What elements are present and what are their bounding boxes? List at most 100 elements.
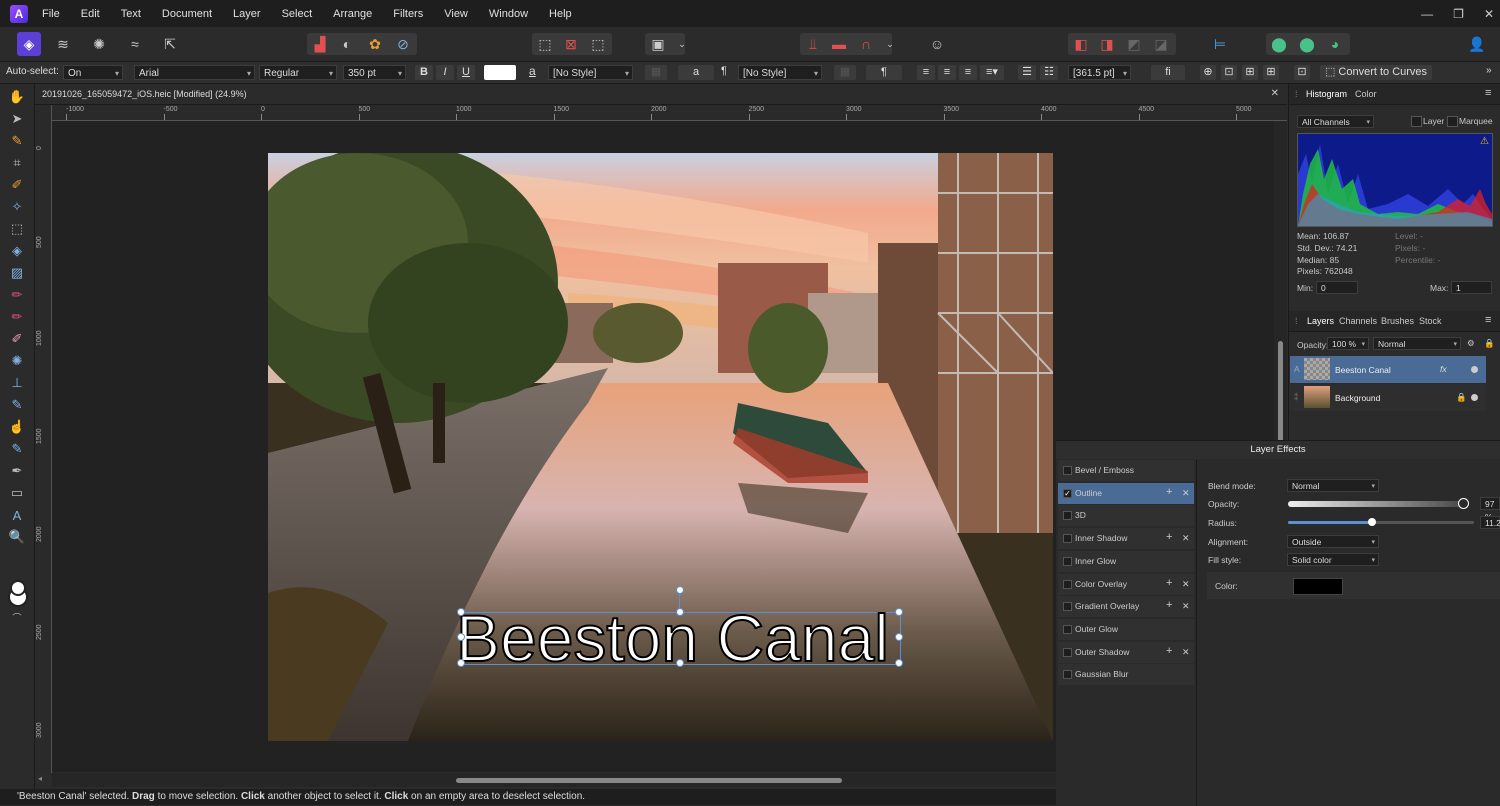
font-size-field[interactable]: 350 pt ▾ [343,65,406,80]
red-eye-tool-icon[interactable]: ✎ [8,440,26,458]
smudge-tool-icon[interactable]: ☝ [8,418,26,436]
menu-filters[interactable]: Filters [393,8,423,20]
menu-layer[interactable]: Layer [233,8,261,20]
flood-fill-tool-icon[interactable]: ◈ [8,242,26,260]
background-lock-icon[interactable]: 🔒 [1456,392,1467,403]
arrange-front-icon[interactable]: ◕ [1323,32,1347,56]
dodge-brush-tool-icon[interactable]: ✐ [8,330,26,348]
snapping-options-chevron-icon[interactable]: ⌄ [878,32,902,56]
artistic-text-tool-icon[interactable]: A [8,506,26,524]
clone-tool-icon[interactable]: ✺ [8,352,26,370]
auto-select-dropdown[interactable]: On ▾ [63,65,123,80]
user-account-icon[interactable]: 👤 [1465,32,1489,56]
effect-checkbox[interactable] [1063,556,1072,566]
layers-panel-grip-icon[interactable]: ⁞ [1295,316,1298,326]
menu-window[interactable]: Window [489,8,528,20]
layer-fx-icon[interactable]: fx [1440,364,1447,374]
secondary-color-swatch[interactable] [10,580,26,596]
boolean-add-icon[interactable]: ◧ [1069,32,1093,56]
arrange-back-icon[interactable]: ⬤ [1267,32,1291,56]
paint-brush-tool-icon[interactable]: ✏ [8,286,26,304]
effect-row[interactable]: 3D [1058,505,1194,527]
develop-persona-icon[interactable]: ✺ [87,32,111,56]
tab-color[interactable]: Color [1355,89,1377,99]
tab-brushes[interactable]: Brushes [1381,316,1414,326]
move-tool-icon[interactable]: ➤ [8,110,26,128]
tone-mapping-persona-icon[interactable]: ≈ [123,32,147,56]
effect-checkbox[interactable] [1063,466,1072,475]
rotation-handle[interactable] [676,586,684,594]
opacity-slider[interactable] [1288,498,1469,509]
remove-effect-icon[interactable]: ✕ [1182,533,1190,544]
text-color-swatch[interactable] [484,65,516,80]
layer-checkbox[interactable] [1411,116,1422,127]
marquee-tool-icon[interactable]: ⬚ [8,220,26,238]
justify-icon[interactable]: ≡▾ [980,65,1004,80]
effect-row[interactable]: Bevel / Emboss [1058,460,1194,481]
hand-tool-icon[interactable]: ✋ [8,88,26,106]
panel-menu-icon[interactable]: ≡ [1485,87,1491,99]
character-a-button[interactable]: a [678,65,714,80]
effect-checkbox[interactable] [1063,647,1072,657]
effect-checkbox[interactable] [1063,511,1072,521]
deselect-icon[interactable]: ⊠ [559,32,583,56]
menu-arrange[interactable]: Arrange [333,8,372,20]
scroll-left-icon[interactable]: ◂ [38,774,42,783]
effect-checkbox[interactable]: ✓ [1063,488,1072,498]
background-visibility-dot[interactable] [1471,394,1478,401]
effect-checkbox[interactable] [1063,602,1072,612]
effect-checkbox[interactable] [1063,624,1072,634]
distribute-icon[interactable]: ⊞ [1242,65,1258,80]
add-effect-icon[interactable]: + [1166,645,1172,657]
menu-text[interactable]: Text [121,8,141,20]
resize-handle-tl[interactable] [457,608,465,616]
radius-slider[interactable] [1288,518,1474,526]
alignment-icon[interactable]: ⊨ [1208,32,1232,56]
tab-histogram[interactable]: Histogram [1306,89,1347,99]
horizontal-scroll-thumb[interactable] [456,778,842,783]
liquify-persona-icon[interactable]: ≋ [51,32,75,56]
add-effect-icon[interactable]: + [1166,486,1172,498]
flood-select-tool-icon[interactable]: ✧ [8,198,26,216]
invert-selection-icon[interactable]: ⬚ [586,32,610,56]
swap-colors-icon[interactable]: ⌒ [8,608,26,626]
quick-mask-icon[interactable]: ▣ [646,32,670,56]
resize-handle-r[interactable] [895,633,903,641]
numbered-list-icon[interactable]: ☷ [1040,65,1058,80]
minimize-button[interactable]: — [1421,7,1433,21]
remove-effect-icon[interactable]: ✕ [1182,488,1190,499]
effect-checkbox[interactable] [1063,579,1072,589]
blend-mode-dropdown[interactable]: Normal ▾ [1287,479,1379,492]
layer-row-background[interactable]: ⁑ Background 🔒 [1290,384,1486,411]
levels-icon[interactable]: ▟ [308,32,332,56]
healing-brush-tool-icon[interactable]: ✎ [8,396,26,414]
layers-panel-menu-icon[interactable]: ≡ [1485,314,1491,326]
assistant-icon[interactable]: ☺ [925,32,949,56]
convert-to-curves-button[interactable]: ⬚ Convert to Curves [1320,65,1432,80]
fit-frame-icon[interactable]: ⊡ [1221,65,1237,80]
document-close-icon[interactable]: ✕ [1271,88,1279,99]
snap-magnet-icon[interactable]: ∩ [854,32,878,56]
paragraph-style-dropdown[interactable]: [No Style] ▾ [738,65,822,80]
ligature-button[interactable]: fi [1151,65,1185,80]
resize-handle-l[interactable] [457,633,465,641]
effect-row[interactable]: Inner Shadow + ✕ [1058,528,1194,550]
tab-stock[interactable]: Stock [1419,316,1442,326]
tab-layers[interactable]: Layers [1307,316,1334,326]
menu-select[interactable]: Select [282,8,313,20]
chevron-down-icon[interactable]: ⌄ [670,32,694,56]
add-effect-icon[interactable]: + [1166,599,1172,611]
select-all-icon[interactable]: ⬚ [533,32,557,56]
effect-row[interactable]: Inner Glow [1058,550,1194,572]
selection-brush-tool-icon[interactable]: ✐ [8,176,26,194]
resize-handle-t[interactable] [676,608,684,616]
menu-file[interactable]: File [42,8,60,20]
auto-color-icon[interactable]: ✿ [363,32,387,56]
layer-row-beeston-canal[interactable]: A Beeston Canal fx [1290,356,1486,383]
channel-dropdown[interactable]: All Channels ▾ [1297,115,1374,128]
gradient-tool-icon[interactable]: ▨ [8,264,26,282]
character-panel-icon[interactable]: ▦ [645,65,667,80]
min-field[interactable]: 0 [1316,281,1358,294]
panel-grip-icon[interactable]: ⁞ [1295,89,1298,99]
layer-opacity-field[interactable]: 100 % ▾ [1327,337,1369,350]
